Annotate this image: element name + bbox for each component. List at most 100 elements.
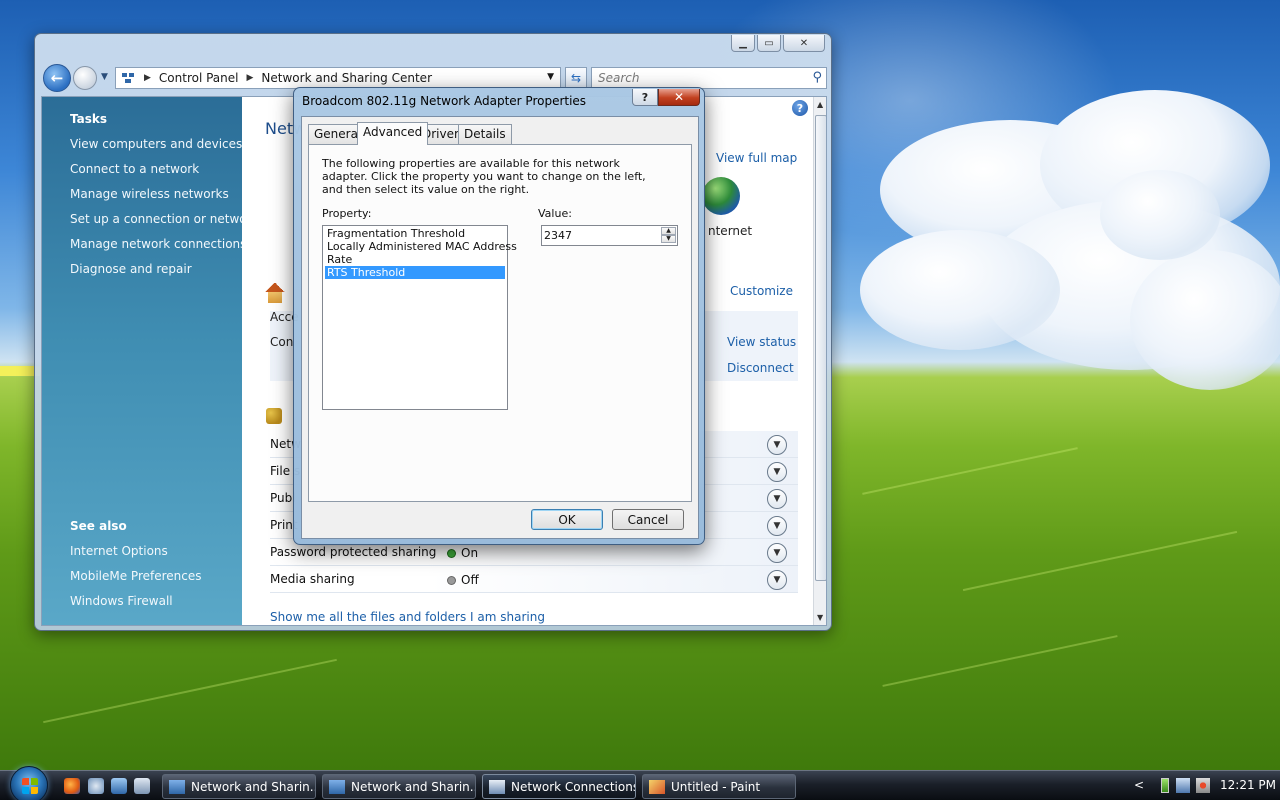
property-item-fragmentation-threshold[interactable]: Fragmentation Threshold <box>325 227 505 240</box>
dialog-close-button[interactable]: ✕ <box>658 89 700 106</box>
house-icon <box>265 283 285 303</box>
show-desktop-icon[interactable] <box>111 778 127 794</box>
grass-detail <box>962 530 1238 592</box>
link-windows-firewall[interactable]: Windows Firewall <box>70 594 173 608</box>
taskbar: Network and Sharin... Network and Sharin… <box>0 766 1280 800</box>
task-view-computers[interactable]: View computers and devices <box>70 137 242 151</box>
taskbar-item-label: Network and Sharin... <box>351 779 476 794</box>
taskbar-item-label: Untitled - Paint <box>671 779 761 794</box>
sharing-state-text: On <box>461 546 479 560</box>
expand-chevron-icon[interactable]: ▼ <box>767 435 787 455</box>
gear-icon[interactable] <box>88 778 104 794</box>
disconnect-link[interactable]: Disconnect <box>727 361 794 375</box>
expand-chevron-icon[interactable]: ▼ <box>767 516 787 536</box>
view-status-link[interactable]: View status <box>727 335 796 349</box>
expand-chevron-icon[interactable]: ▼ <box>767 462 787 482</box>
task-setup-connection[interactable]: Set up a connection or network <box>70 212 258 226</box>
firefox-icon[interactable] <box>64 778 80 794</box>
close-button[interactable]: ✕ <box>783 35 825 52</box>
expand-chevron-icon[interactable]: ▼ <box>767 570 787 590</box>
taskbar-item-label: Network Connections <box>511 779 636 794</box>
taskbar-item-network-sharing-2[interactable]: Network and Sharin... <box>322 774 476 799</box>
taskbar-item-label: Network and Sharin... <box>191 779 316 794</box>
tray-expand-icon[interactable]: < <box>1134 778 1144 792</box>
cloud <box>860 230 1060 350</box>
link-mobileme-preferences[interactable]: MobileMe Preferences <box>70 569 202 583</box>
view-full-map-link[interactable]: View full map <box>716 151 797 165</box>
paint-icon <box>649 779 665 794</box>
task-connect-network[interactable]: Connect to a network <box>70 162 199 176</box>
customize-link[interactable]: Customize <box>730 284 793 298</box>
cloud <box>1130 250 1280 390</box>
sharing-row-label: Media sharing <box>270 572 355 586</box>
minimize-button[interactable]: ▁ <box>731 35 755 52</box>
grass-detail <box>882 635 1118 687</box>
forward-button[interactable] <box>73 66 97 90</box>
property-item-rate[interactable]: Rate <box>325 253 505 266</box>
maximize-button[interactable]: ▭ <box>757 35 781 52</box>
expand-chevron-icon[interactable]: ▼ <box>767 543 787 563</box>
taskbar-item-network-sharing-1[interactable]: Network and Sharin... <box>162 774 316 799</box>
grass-detail <box>862 447 1078 495</box>
back-button[interactable]: ← <box>43 64 71 92</box>
value-spinbox[interactable]: 2347 ▲ ▼ <box>541 225 678 246</box>
address-dropdown-icon[interactable]: ▼ <box>547 72 554 82</box>
property-label: Property: <box>322 207 372 220</box>
taskbar-item-network-connections[interactable]: Network Connections <box>482 774 636 799</box>
network-icon <box>169 779 185 794</box>
status-off-icon <box>448 576 455 584</box>
tab-details[interactable]: Details <box>458 124 512 144</box>
network-icon <box>329 779 345 794</box>
window-caption-buttons: ▁ ▭ ✕ <box>731 35 825 52</box>
spin-down-icon[interactable]: ▼ <box>661 235 676 243</box>
vertical-scrollbar[interactable]: ▲ ▼ <box>813 97 826 625</box>
connection-label: Con <box>270 335 294 349</box>
switch-windows-icon[interactable] <box>134 778 150 794</box>
value-input[interactable]: 2347 <box>544 229 572 242</box>
recent-pages-dropdown[interactable]: ▼ <box>101 72 108 82</box>
cancel-button[interactable]: Cancel <box>612 509 684 530</box>
tasks-heading: Tasks <box>70 112 108 126</box>
network-tray-icon[interactable] <box>1176 778 1190 793</box>
refresh-button[interactable]: ⇆ <box>565 67 587 89</box>
breadcrumb-network-sharing-center[interactable]: Network and Sharing Center <box>261 71 432 85</box>
chevron-right-icon[interactable]: ▶ <box>247 73 254 83</box>
grass-detail <box>43 658 337 724</box>
expand-chevron-icon[interactable]: ▼ <box>767 489 787 509</box>
volume-muted-icon[interactable] <box>1196 778 1210 793</box>
link-internet-options[interactable]: Internet Options <box>70 544 168 558</box>
taskbar-clock[interactable]: 12:21 PM <box>1220 778 1276 792</box>
scroll-up-icon[interactable]: ▲ <box>817 100 823 109</box>
sharing-state-text: Off <box>461 573 479 587</box>
adapter-properties-dialog: Broadcom 802.11g Network Adapter Propert… <box>293 87 705 545</box>
address-bar[interactable]: ▶ Control Panel ▶ Network and Sharing Ce… <box>115 67 561 89</box>
refresh-icon: ⇆ <box>570 71 582 85</box>
task-manage-wireless[interactable]: Manage wireless networks <box>70 187 229 201</box>
ok-button[interactable]: OK <box>531 509 603 530</box>
search-icon[interactable]: ⚲ <box>812 70 822 85</box>
property-item-rts-threshold[interactable]: RTS Threshold <box>325 266 505 279</box>
chevron-right-icon[interactable]: ▶ <box>144 73 151 83</box>
tab-advanced[interactable]: Advanced <box>357 122 429 145</box>
property-item-mac-address[interactable]: Locally Administered MAC Address <box>325 240 517 253</box>
advanced-tab-page: The following properties are available f… <box>308 144 692 502</box>
scrollbar-thumb[interactable] <box>815 115 826 581</box>
task-manage-connections[interactable]: Manage network connections <box>70 237 246 251</box>
battery-icon[interactable] <box>1161 778 1169 793</box>
sharing-discovery-icon <box>266 408 282 424</box>
help-icon[interactable]: ? <box>792 100 808 116</box>
taskbar-item-paint[interactable]: Untitled - Paint <box>642 774 796 799</box>
windows-logo-icon <box>22 778 38 794</box>
sharing-row-label: Publ <box>270 491 296 505</box>
show-shared-files-link[interactable]: Show me all the files and folders I am s… <box>270 610 545 624</box>
search-input[interactable]: Search ⚲ <box>591 67 827 89</box>
sharing-row-media: Media sharing Off <box>270 566 798 593</box>
internet-globe-icon <box>702 177 740 215</box>
breadcrumb-control-panel[interactable]: Control Panel <box>159 71 239 85</box>
start-button[interactable] <box>10 766 48 800</box>
spin-up-icon[interactable]: ▲ <box>661 227 676 235</box>
scroll-down-icon[interactable]: ▼ <box>817 613 823 622</box>
property-listbox[interactable]: Fragmentation Threshold Locally Administ… <box>322 225 517 410</box>
task-diagnose-repair[interactable]: Diagnose and repair <box>70 262 192 276</box>
dialog-help-button[interactable]: ? <box>632 89 658 106</box>
